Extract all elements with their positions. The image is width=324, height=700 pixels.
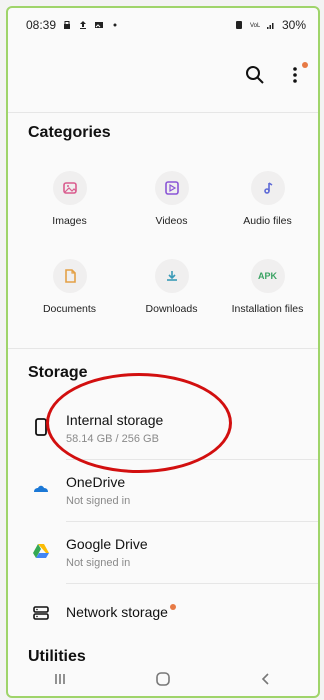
storage-item-title: Google Drive <box>66 536 148 552</box>
svg-text:VoLTE: VoLTE <box>250 23 260 29</box>
google-drive-icon <box>33 544 49 558</box>
notification-dot <box>169 604 176 610</box>
storage-item-network[interactable]: Network storage <box>8 584 318 646</box>
upload-icon <box>80 21 87 29</box>
category-audio-files[interactable]: Audio files <box>216 171 318 227</box>
category-label: Downloads <box>145 303 198 315</box>
video-icon <box>154 171 189 205</box>
app-frame: 08:39 VoLTE 30% Categories <box>6 6 320 698</box>
network-storage-icon <box>33 606 49 620</box>
document-icon <box>52 259 87 293</box>
red-annotation-circle <box>46 373 232 473</box>
category-label: Videos <box>155 215 188 227</box>
status-time: 08:39 <box>26 18 57 32</box>
category-installation-files[interactable]: APK Installation files <box>216 259 318 315</box>
battery-text: 30% <box>281 18 306 32</box>
category-documents[interactable]: Documents <box>18 259 121 315</box>
nfc-icon <box>235 21 242 29</box>
storage-item-title-text: Network storage <box>66 604 168 620</box>
category-downloads[interactable]: Downloads <box>120 259 223 315</box>
navigation-bar <box>8 662 318 696</box>
storage-item-title: OneDrive <box>66 474 126 490</box>
apk-icon: APK <box>250 259 285 293</box>
status-bar: 08:39 VoLTE 30% <box>8 8 318 42</box>
image-icon <box>52 171 87 205</box>
search-icon[interactable] <box>244 64 266 86</box>
storage-item-subtitle: Not signed in <box>66 495 131 507</box>
signal-icon <box>266 23 274 29</box>
apk-text: APK <box>257 271 277 281</box>
divider <box>8 112 318 113</box>
category-label: Documents <box>42 303 97 315</box>
dot-icon <box>113 23 117 27</box>
category-label: Audio files <box>243 215 292 227</box>
app-bar <box>244 62 308 86</box>
onedrive-icon <box>34 485 48 492</box>
back-icon <box>262 673 269 685</box>
category-videos[interactable]: Videos <box>120 171 223 227</box>
home-icon <box>156 672 170 686</box>
categories-title: Categories <box>28 124 111 141</box>
notification-dot <box>302 62 308 68</box>
home-button[interactable] <box>143 669 183 689</box>
audio-icon <box>250 171 285 205</box>
lock-icon <box>64 21 71 29</box>
storage-title: Storage <box>28 364 88 381</box>
divider <box>8 348 318 349</box>
gallery-icon <box>95 22 104 28</box>
back-button[interactable] <box>246 669 286 689</box>
storage-item-google-drive[interactable]: Google Drive Not signed in <box>8 522 318 584</box>
download-icon <box>154 259 189 293</box>
more-options-button[interactable] <box>284 62 308 86</box>
network-icon: VoLTE <box>250 23 260 29</box>
category-label: Installation files <box>231 303 304 315</box>
storage-item-title: Network storage <box>66 604 176 620</box>
category-images[interactable]: Images <box>18 171 121 227</box>
recent-apps-button[interactable] <box>40 669 80 689</box>
recent-apps-icon <box>54 674 65 684</box>
category-label: Images <box>52 215 87 227</box>
storage-item-subtitle: Not signed in <box>66 557 131 569</box>
